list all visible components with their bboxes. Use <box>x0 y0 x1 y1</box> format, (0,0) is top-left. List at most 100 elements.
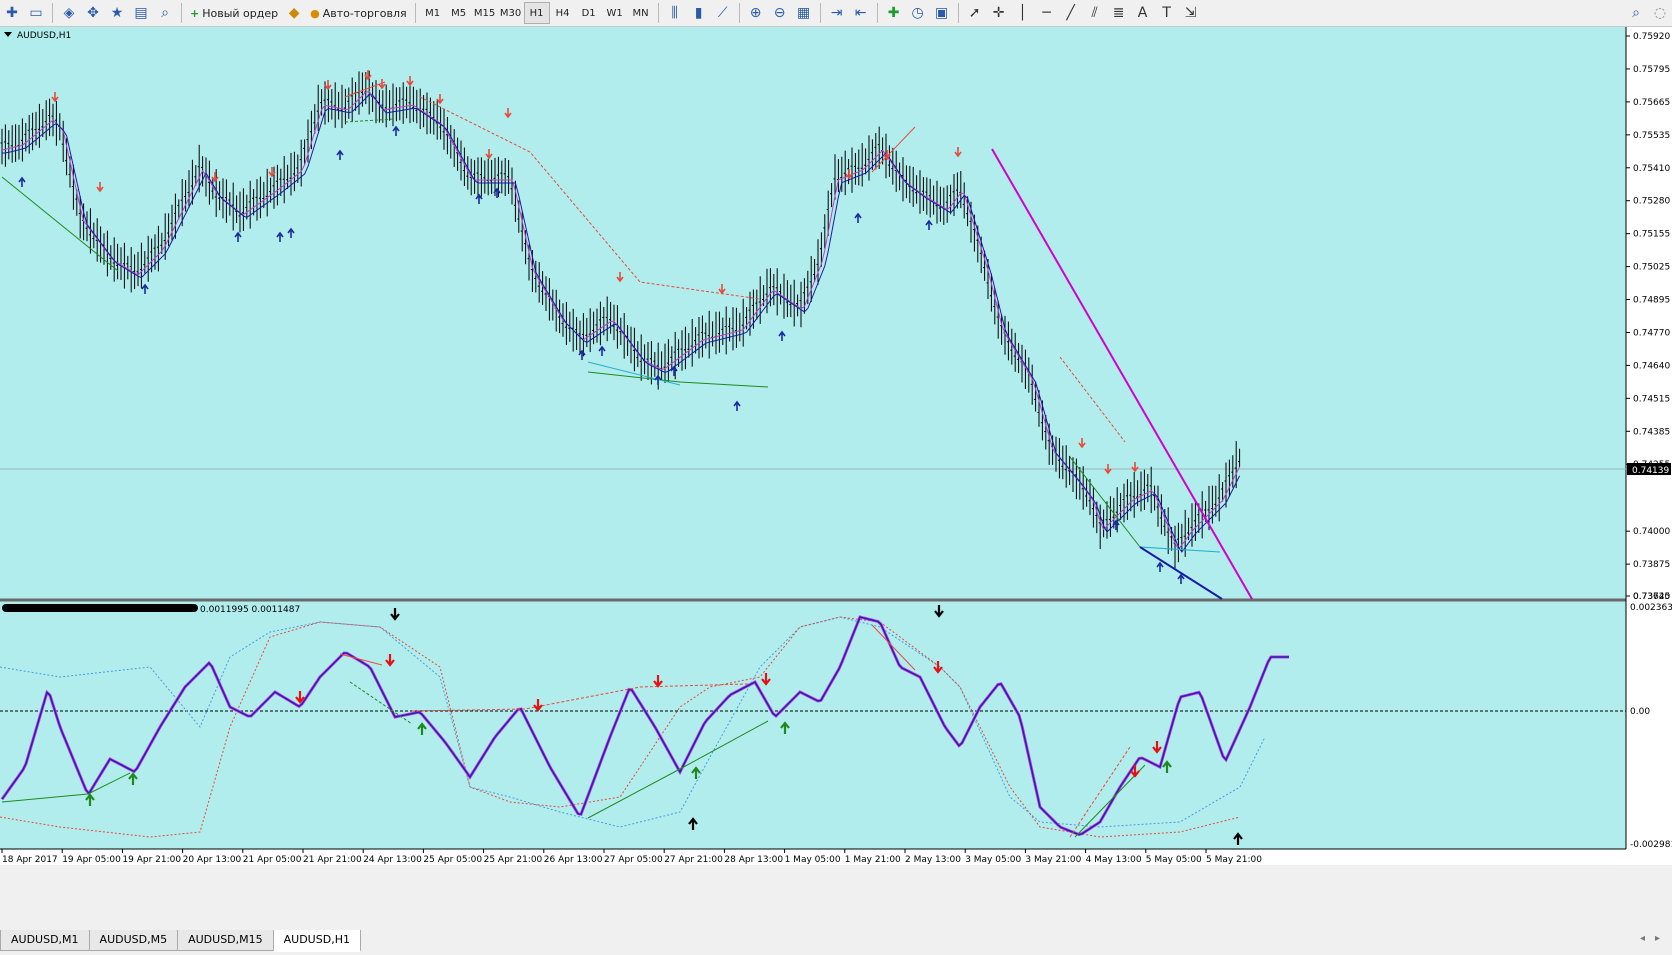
time-tick-label: 4 May 13:00 <box>1086 855 1142 865</box>
new-order-button[interactable]: + Новый ордер <box>186 2 282 24</box>
chart-tabs: AUDUSD,M1 AUDUSD,M5 AUDUSD,M15 AUDUSD,H1 <box>0 930 1672 955</box>
toolbar-divider <box>52 3 53 23</box>
time-tick-label: 20 Apr 13:00 <box>183 855 242 865</box>
price-tick-label: 0.74385 <box>1633 427 1670 437</box>
timeframe-group: M1 M5 M15 M30 H1 H4 D1 W1 MN <box>420 2 654 24</box>
tab-audusd-h1[interactable]: AUDUSD,H1 <box>272 930 361 952</box>
horizontal-line-icon[interactable]: ─ <box>1035 2 1059 24</box>
tester-icon[interactable]: ⌕ <box>153 2 177 24</box>
toolbar-divider <box>414 3 416 23</box>
indicator-values: 0.0011995 0.0011487 <box>200 605 300 615</box>
time-tick-label: 18 Apr 2017 <box>2 855 58 865</box>
tab-scroll-left-icon[interactable]: ◂ <box>1640 933 1645 944</box>
indicator-tick-label: -0.002981 <box>1630 840 1672 850</box>
indicators-icon[interactable]: ✚ <box>882 2 906 24</box>
price-tick-label: 0.75280 <box>1633 197 1670 207</box>
market-watch-icon[interactable]: ◈ <box>57 2 81 24</box>
bar-chart-icon[interactable]: ⫼ <box>663 2 687 24</box>
price-tick-label: 0.73875 <box>1633 560 1670 570</box>
time-tick-label: 5 May 21:00 <box>1206 855 1262 865</box>
timeframe-h4-button[interactable]: H4 <box>550 2 576 24</box>
time-tick-label: 24 Apr 13:00 <box>363 855 422 865</box>
timeframe-m30-button[interactable]: M30 <box>498 2 524 24</box>
text-icon[interactable]: A <box>1131 2 1155 24</box>
label-icon[interactable]: T <box>1155 2 1179 24</box>
time-tick-label: 1 May 21:00 <box>845 855 901 865</box>
price-tick-label: 0.73620 <box>1633 592 1670 602</box>
templates-icon[interactable]: ▣ <box>930 2 954 24</box>
price-tick-label: 0.75920 <box>1633 32 1670 42</box>
time-tick-label: 1 May 05:00 <box>785 855 841 865</box>
profiles-icon[interactable]: ▭ <box>24 2 48 24</box>
timeframe-w1-button[interactable]: W1 <box>602 2 628 24</box>
tab-audusd-m15[interactable]: AUDUSD,M15 <box>177 930 274 951</box>
auto-trading-icon: ● <box>310 6 320 20</box>
timeframe-d1-button[interactable]: D1 <box>576 2 602 24</box>
trendline-icon[interactable]: ╱ <box>1059 2 1083 24</box>
time-tick-label: 28 Apr 13:00 <box>724 855 783 865</box>
timeframe-mn-button[interactable]: MN <box>628 2 654 24</box>
toolbar-divider <box>181 3 182 23</box>
editor-icon[interactable]: ◆ <box>282 2 306 24</box>
main-price-pane[interactable] <box>0 27 1626 599</box>
tab-audusd-m1[interactable]: AUDUSD,M1 <box>0 930 90 951</box>
time-tick-label: 19 Apr 05:00 <box>62 855 121 865</box>
terminal-icon[interactable]: ▤ <box>129 2 153 24</box>
cursor-icon[interactable]: ➚ <box>963 2 987 24</box>
price-tick-label: 0.74895 <box>1633 296 1670 306</box>
toolbar-divider <box>819 3 821 23</box>
shapes-icon[interactable]: ⇲ <box>1179 2 1203 24</box>
toolbar: ✚ ▭ ◈ ✥ ★ ▤ ⌕ + Новый ордер ◆ ● Авто-торго… <box>0 0 1672 27</box>
auto-scroll-icon[interactable]: ⇥ <box>825 2 849 24</box>
price-tick-label: 0.74640 <box>1633 361 1670 371</box>
new-chart-icon[interactable]: ✚ <box>0 2 24 24</box>
price-tick-label: 0.74000 <box>1633 527 1670 537</box>
price-tick-label: 0.75795 <box>1633 65 1670 75</box>
indicator-pane[interactable] <box>0 601 1626 849</box>
chat-icon[interactable]: ◌ <box>1648 2 1672 24</box>
fibonacci-icon[interactable]: ≣ <box>1107 2 1131 24</box>
tab-audusd-m5[interactable]: AUDUSD,M5 <box>88 930 179 951</box>
timeframe-h1-button[interactable]: H1 <box>523 2 550 24</box>
zoom-in-icon[interactable]: ⊕ <box>744 2 768 24</box>
time-tick-label: 21 Apr 21:00 <box>303 855 362 865</box>
auto-trading-button[interactable]: ● Авто-торговля <box>306 2 410 24</box>
time-tick-label: 27 Apr 05:00 <box>604 855 663 865</box>
favorites-icon[interactable]: ★ <box>105 2 129 24</box>
indicator-tick-label: 0.00 <box>1630 707 1650 717</box>
time-tick-label: 25 Apr 21:00 <box>484 855 543 865</box>
toolbar-divider <box>738 3 740 23</box>
tile-windows-icon[interactable]: ▦ <box>792 2 816 24</box>
candle-chart-icon[interactable]: ▮ <box>687 2 711 24</box>
navigator-icon[interactable]: ✥ <box>81 2 105 24</box>
symbol-label: AUDUSD,H1 <box>17 31 71 41</box>
zoom-out-icon[interactable]: ⊖ <box>768 2 792 24</box>
time-tick-label: 3 May 21:00 <box>1025 855 1081 865</box>
time-tick-label: 3 May 05:00 <box>965 855 1021 865</box>
current-price-value: 0.74139 <box>1632 466 1669 476</box>
chart-window[interactable]: AUDUSD,H1 0.0011995 0.0011487 0.75920 0.7… <box>0 27 1672 865</box>
price-tick-label: 0.75535 <box>1633 131 1670 141</box>
timeframe-m1-button[interactable]: M1 <box>420 2 446 24</box>
periods-icon[interactable]: ◷ <box>906 2 930 24</box>
toolbar-divider <box>957 3 959 23</box>
vertical-line-icon[interactable]: │ <box>1011 2 1035 24</box>
time-tick-label: 2 May 13:00 <box>905 855 961 865</box>
new-order-label: Новый ордер <box>202 6 279 20</box>
price-tick-label: 0.75025 <box>1633 263 1670 273</box>
toolbar-divider <box>876 3 878 23</box>
timeframe-m15-button[interactable]: M15 <box>472 2 498 24</box>
tab-scroll-right-icon[interactable]: ▸ <box>1655 933 1660 944</box>
channel-icon[interactable]: ⫽ <box>1083 2 1107 24</box>
line-chart-icon[interactable]: ⟋ <box>711 2 735 24</box>
search-icon[interactable]: ⌕ <box>1624 2 1648 24</box>
plus-icon: + <box>190 6 200 20</box>
timeframe-m5-button[interactable]: M5 <box>446 2 472 24</box>
crosshair-icon[interactable]: ✛ <box>987 2 1011 24</box>
price-tick-label: 0.75155 <box>1633 230 1670 240</box>
time-tick-label: 5 May 05:00 <box>1146 855 1202 865</box>
chart-shift-icon[interactable]: ⇤ <box>849 2 873 24</box>
price-tick-label: 0.74770 <box>1633 328 1670 338</box>
time-tick-label: 27 Apr 21:00 <box>664 855 723 865</box>
time-tick-label: 19 Apr 21:00 <box>122 855 181 865</box>
